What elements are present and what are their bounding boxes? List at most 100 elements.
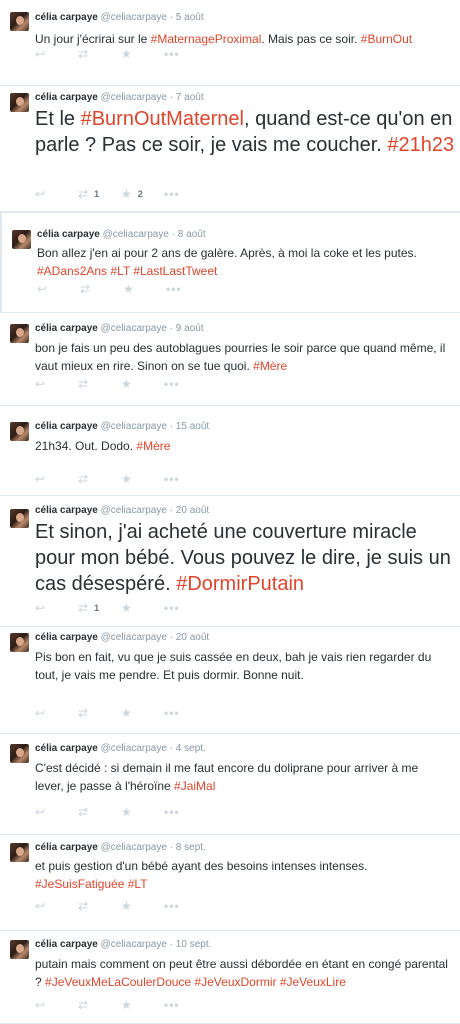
star-icon[interactable]: ★: [121, 601, 132, 615]
author-handle[interactable]: @celiacarpaye: [101, 421, 167, 432]
retweet-icon[interactable]: ⇄: [78, 805, 88, 819]
avatar[interactable]: [10, 422, 29, 441]
tweet-date[interactable]: 8 août: [178, 229, 206, 240]
star-icon[interactable]: ★: [121, 377, 132, 391]
author-handle[interactable]: @celiacarpaye: [101, 842, 167, 853]
more-icon[interactable]: •••: [164, 706, 180, 720]
more-icon[interactable]: •••: [164, 472, 180, 486]
retweet-icon[interactable]: ⇄: [80, 282, 90, 296]
more-icon[interactable]: •••: [164, 805, 180, 819]
avatar[interactable]: [10, 12, 29, 31]
reply-icon[interactable]: ↩: [35, 472, 45, 486]
hashtag-link[interactable]: #JeVeuxMeLaCoulerDouce: [45, 975, 191, 989]
hashtag-link[interactable]: #BurnOutMaternel: [81, 108, 244, 130]
tweet[interactable]: célia carpaye @celiacarpaye · 7 août Et l…: [0, 86, 460, 212]
star-icon[interactable]: ★: [121, 805, 132, 819]
tweet-date[interactable]: 20 août: [176, 632, 209, 643]
reply-icon[interactable]: ↩: [35, 706, 45, 720]
more-icon[interactable]: •••: [166, 282, 182, 296]
hashtag-link[interactable]: #BurnOut: [361, 32, 412, 46]
tweet-date[interactable]: 5 août: [176, 12, 204, 23]
author-handle[interactable]: @celiacarpaye: [103, 229, 169, 240]
avatar[interactable]: [10, 940, 29, 959]
avatar[interactable]: [12, 230, 31, 249]
tweet-date[interactable]: 9 août: [176, 323, 204, 334]
tweet-date[interactable]: 7 août: [176, 92, 204, 103]
hashtag-link[interactable]: #MaternageProximal: [151, 32, 262, 46]
reply-icon[interactable]: ↩: [37, 282, 47, 296]
star-icon[interactable]: ★ 2: [121, 187, 143, 201]
avatar[interactable]: [10, 324, 29, 343]
reply-icon[interactable]: ↩: [35, 805, 45, 819]
hashtag-link[interactable]: #JaiMal: [174, 779, 215, 793]
author-handle[interactable]: @celiacarpaye: [101, 12, 167, 23]
hashtag-link[interactable]: #LT: [110, 264, 130, 278]
hashtag-link[interactable]: #JeVeuxDormir: [194, 975, 276, 989]
author-name[interactable]: célia carpaye: [35, 323, 98, 334]
star-icon[interactable]: ★: [121, 472, 132, 486]
tweet[interactable]: célia carpaye @celiacarpaye · 10 sept. pu…: [0, 931, 460, 1024]
tweet[interactable]: célia carpaye @celiacarpaye · 8 août Bon …: [0, 212, 460, 313]
author-name[interactable]: célia carpaye: [35, 743, 98, 754]
tweet-date[interactable]: 15 août: [176, 421, 209, 432]
tweet-date[interactable]: 20 août: [176, 505, 209, 516]
avatar[interactable]: [10, 93, 29, 112]
more-icon[interactable]: •••: [164, 47, 180, 61]
tweet[interactable]: célia carpaye @celiacarpaye · 9 août bon …: [0, 313, 460, 406]
tweet[interactable]: célia carpaye @celiacarpaye · 15 août 21h…: [0, 406, 460, 496]
author-name[interactable]: célia carpaye: [35, 939, 98, 950]
hashtag-link[interactable]: #ADans2Ans: [37, 264, 107, 278]
hashtag-link[interactable]: #JeVeuxLire: [280, 975, 346, 989]
retweet-icon[interactable]: ⇄ 1: [78, 187, 99, 201]
author-name[interactable]: célia carpaye: [37, 229, 100, 240]
author-name[interactable]: célia carpaye: [35, 12, 98, 23]
hashtag-link[interactable]: #DormirPutain: [176, 573, 304, 595]
avatar[interactable]: [10, 509, 29, 528]
tweet[interactable]: célia carpaye @celiacarpaye · 5 août Un j…: [0, 0, 460, 86]
retweet-icon[interactable]: ⇄: [78, 472, 88, 486]
hashtag-link[interactable]: #Mère: [136, 439, 170, 453]
retweet-icon[interactable]: ⇄ 1: [78, 601, 99, 615]
more-icon[interactable]: •••: [164, 899, 180, 913]
more-icon[interactable]: •••: [164, 187, 180, 201]
avatar[interactable]: [10, 843, 29, 862]
reply-icon[interactable]: ↩: [35, 601, 45, 615]
retweet-icon[interactable]: ⇄: [78, 706, 88, 720]
reply-icon[interactable]: ↩: [35, 47, 45, 61]
star-icon[interactable]: ★: [121, 998, 132, 1012]
tweet-date[interactable]: 10 sept.: [176, 939, 212, 950]
avatar[interactable]: [10, 744, 29, 763]
author-handle[interactable]: @celiacarpaye: [101, 505, 167, 516]
star-icon[interactable]: ★: [121, 706, 132, 720]
avatar[interactable]: [10, 633, 29, 652]
author-name[interactable]: célia carpaye: [35, 421, 98, 432]
tweet-date[interactable]: 4 sept.: [176, 743, 206, 754]
hashtag-link[interactable]: #21h23: [387, 134, 454, 156]
author-name[interactable]: célia carpaye: [35, 632, 98, 643]
hashtag-link[interactable]: #Mère: [253, 359, 287, 373]
reply-icon[interactable]: ↩: [35, 377, 45, 391]
tweet[interactable]: célia carpaye @celiacarpaye · 4 sept. C'e…: [0, 734, 460, 835]
retweet-icon[interactable]: ⇄: [78, 377, 88, 391]
more-icon[interactable]: •••: [164, 377, 180, 391]
author-name[interactable]: célia carpaye: [35, 92, 98, 103]
hashtag-link[interactable]: #LastLastTweet: [133, 264, 217, 278]
retweet-icon[interactable]: ⇄: [78, 47, 88, 61]
tweet[interactable]: célia carpaye @celiacarpaye · 20 août Pis…: [0, 627, 460, 734]
author-handle[interactable]: @celiacarpaye: [101, 743, 167, 754]
author-handle[interactable]: @celiacarpaye: [101, 323, 167, 334]
reply-icon[interactable]: ↩: [35, 998, 45, 1012]
author-name[interactable]: célia carpaye: [35, 505, 98, 516]
author-handle[interactable]: @celiacarpaye: [101, 632, 167, 643]
reply-icon[interactable]: ↩: [35, 187, 45, 201]
star-icon[interactable]: ★: [123, 282, 134, 296]
more-icon[interactable]: •••: [164, 601, 180, 615]
more-icon[interactable]: •••: [164, 998, 180, 1012]
star-icon[interactable]: ★: [121, 899, 132, 913]
hashtag-link[interactable]: #JeSuisFatiguée: [35, 877, 124, 891]
tweet[interactable]: célia carpaye @celiacarpaye · 8 sept. et …: [0, 835, 460, 931]
reply-icon[interactable]: ↩: [35, 899, 45, 913]
retweet-icon[interactable]: ⇄: [78, 899, 88, 913]
tweet-date[interactable]: 8 sept.: [176, 842, 206, 853]
hashtag-link[interactable]: #LT: [128, 877, 148, 891]
